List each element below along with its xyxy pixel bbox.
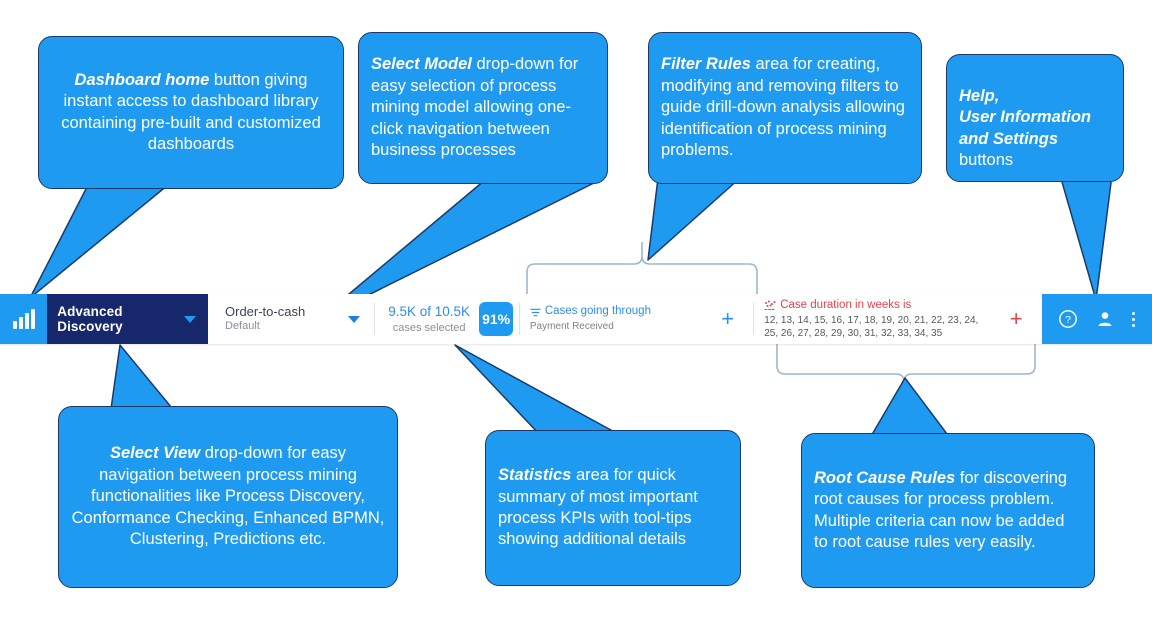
- select-model-name: Order-to-cash: [225, 304, 306, 319]
- add-root-cause-button[interactable]: +: [991, 294, 1042, 344]
- more-vertical-icon: [1132, 311, 1136, 327]
- user-info-button[interactable]: [1096, 310, 1114, 328]
- annotated-screenshot: Dashboard home button giving instant acc…: [0, 0, 1152, 624]
- callout-help-settings-text: Help, User Information and Settings butt…: [947, 58, 1123, 177]
- filter-rule-value: Payment Received: [529, 321, 614, 332]
- callout-statistics-text: Statistics area for quick summary of mos…: [486, 459, 740, 557]
- add-filter-button[interactable]: +: [702, 294, 753, 344]
- callout-dashboard-home: Dashboard home button giving instant acc…: [38, 36, 344, 189]
- tail-statistics: [454, 344, 621, 436]
- callout-select-model: Select Model drop-down for easy selectio…: [358, 32, 608, 184]
- root-cause-rule-title: Case duration in weeks is: [780, 299, 912, 312]
- tail-filter-rules: [647, 177, 741, 261]
- callout-statistics-bold: Statistics: [498, 466, 572, 485]
- scatter-root-cause-icon: [764, 300, 776, 311]
- select-view-dropdown[interactable]: Advanced Discovery: [47, 294, 208, 344]
- callout-select-view-bold: Select View: [109, 444, 201, 463]
- callout-filter-rules-text: Filter Rules area for creating, modifyin…: [649, 48, 921, 167]
- chevron-down-icon: [347, 315, 360, 323]
- callout-dashboard-home-bold: Dashboard home: [74, 70, 210, 89]
- callout-select-model-text: Select Model drop-down for easy selectio…: [359, 48, 607, 167]
- select-model-sub: Default: [225, 320, 260, 333]
- chevron-down-icon: [184, 315, 196, 323]
- statistics-area[interactable]: 9.5K of 10.5K cases selected: [375, 294, 474, 344]
- callout-root-cause-rules: Root Cause Rules for discovering root ca…: [801, 433, 1095, 588]
- user-account-icon: [1098, 312, 1112, 326]
- select-model-dropdown[interactable]: Order-to-cash Default: [208, 294, 374, 344]
- select-view-label: Advanced Discovery: [57, 304, 123, 334]
- svg-text:?: ?: [1065, 314, 1071, 326]
- callout-filter-rules: Filter Rules area for creating, modifyin…: [648, 32, 922, 184]
- root-cause-rule-item[interactable]: Case duration in weeks is 12, 13, 14, 15…: [754, 294, 990, 344]
- statistics-percent-badge[interactable]: 91%: [479, 302, 513, 336]
- tail-dashboard-home: [29, 184, 169, 299]
- bar-chart-logo-icon: [12, 309, 35, 329]
- tail-root-cause-rules: [869, 377, 951, 439]
- toolbar-actions: ?: [1041, 294, 1152, 344]
- filter-icon: [530, 308, 541, 317]
- callout-root-cause-rules-bold: Root Cause Rules: [814, 468, 956, 487]
- help-circle-icon: ?: [1059, 310, 1078, 328]
- callout-select-view: Select View drop-down for easy navigatio…: [58, 406, 398, 588]
- statistics-primary: 9.5K of 10.5K: [388, 304, 470, 320]
- help-button[interactable]: ?: [1058, 309, 1078, 329]
- callout-help-settings-bold: Help, User Information and Settings: [959, 86, 1092, 148]
- callout-help-settings-rest: buttons: [959, 151, 1014, 170]
- filter-rule-title-row: Cases going through: [530, 304, 702, 320]
- app-toolbar: Advanced Discovery Order-to-cash Default…: [0, 294, 1152, 344]
- filter-rule-item[interactable]: Cases going through Payment Received: [520, 294, 702, 344]
- callout-select-view-text: Select View drop-down for easy navigatio…: [59, 437, 397, 556]
- root-cause-rule-title-row: Case duration in weeks is: [764, 298, 990, 314]
- callout-filter-rules-bold: Filter Rules: [661, 55, 751, 74]
- callout-dashboard-home-text: Dashboard home button giving instant acc…: [39, 64, 343, 162]
- callout-help-settings: Help, User Information and Settings butt…: [946, 54, 1124, 182]
- filter-rule-title: Cases going through: [544, 305, 651, 318]
- tail-help-settings: [1059, 174, 1113, 301]
- root-cause-rule-value: 12, 13, 14, 15, 16, 17, 18, 19, 20, 21, …: [764, 314, 979, 339]
- callout-root-cause-rules-text: Root Cause Rules for discovering root ca…: [802, 462, 1094, 560]
- dashboard-home-button[interactable]: [0, 294, 48, 344]
- callout-statistics: Statistics area for quick summary of mos…: [485, 430, 741, 586]
- settings-menu-button[interactable]: [1132, 311, 1136, 327]
- callout-select-model-bold: Select Model: [371, 55, 472, 74]
- statistics-secondary: cases selected: [392, 321, 466, 334]
